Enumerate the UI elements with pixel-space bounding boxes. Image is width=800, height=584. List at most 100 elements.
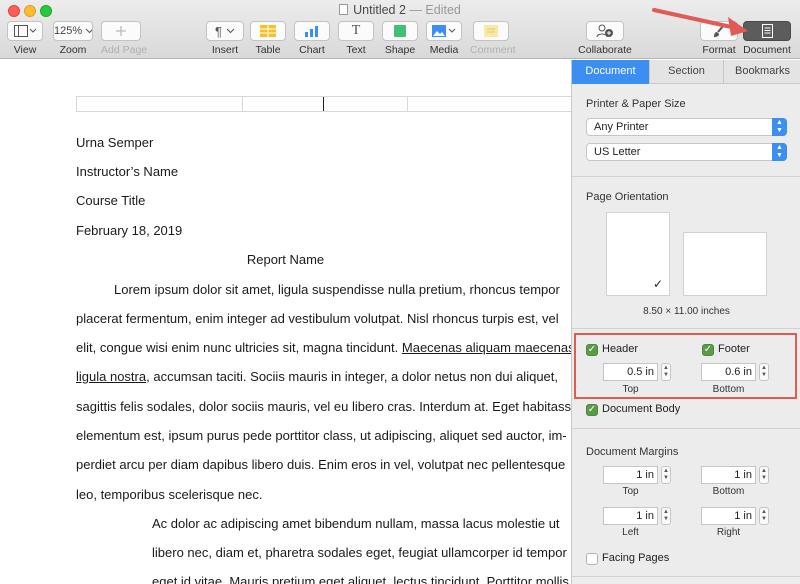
collaborate-icon: [596, 24, 613, 38]
tab-section[interactable]: Section: [649, 60, 723, 84]
chevron-down-icon: [85, 28, 92, 34]
body-line[interactable]: perdiet arcu per diam dapibus libero dui…: [76, 457, 565, 472]
document-label: Document: [743, 44, 791, 56]
chart-tool[interactable]: Chart: [294, 21, 330, 56]
document-file-icon: [339, 4, 349, 15]
underlined-text: Maecenas aliquam maecenas: [401, 340, 571, 355]
quote-line[interactable]: Ac dolor ac adipiscing amet bibendum nul…: [152, 516, 560, 531]
document-inspector: Document Section Bookmarks Printer & Pap…: [571, 60, 800, 584]
collaborate-button[interactable]: [586, 21, 624, 41]
header-field-row[interactable]: [76, 96, 571, 112]
document-icon: [761, 24, 773, 38]
body-line[interactable]: ligula nostra, accumsan taciti. Sociis m…: [76, 369, 558, 384]
text-button[interactable]: T: [338, 21, 374, 41]
comment-tool[interactable]: Comment: [470, 21, 516, 56]
paper-size-select[interactable]: US Letter ▲ ▼: [586, 143, 787, 161]
window-status: Edited: [425, 3, 461, 17]
table-label: Table: [255, 44, 281, 56]
document-canvas[interactable]: Urna Semper Instructor’s Name Course Tit…: [0, 60, 571, 584]
report-title[interactable]: Report Name: [0, 252, 571, 267]
tab-bookmarks[interactable]: Bookmarks: [723, 60, 800, 84]
collaborate-tool[interactable]: Collaborate: [578, 21, 632, 56]
instructor-name[interactable]: Instructor’s Name: [76, 164, 178, 179]
annotation-highlight-box: [574, 333, 797, 399]
add-page-tool[interactable]: Add Page: [101, 21, 148, 56]
text-label: Text: [346, 44, 366, 56]
format-label: Format: [702, 44, 736, 56]
shape-tool[interactable]: Shape: [382, 21, 418, 56]
comment-button[interactable]: [473, 21, 509, 41]
chart-button[interactable]: [294, 21, 330, 41]
top-margin-input[interactable]: 1 in: [603, 466, 658, 484]
body-text: , accumsan taciti. Sociis mauris in inte…: [146, 369, 558, 384]
quote-line[interactable]: eget id vitae. Mauris pretium eget aliqu…: [152, 574, 569, 584]
document-body-checkbox[interactable]: ✓: [586, 404, 598, 416]
zoom-tool[interactable]: 125% Zoom: [53, 21, 93, 56]
body-line[interactable]: leo, temporibus scelerisque nec.: [76, 487, 262, 502]
top-margin-caption: Top: [622, 486, 639, 497]
media-icon: [432, 25, 456, 37]
printer-select[interactable]: Any Printer ▲ ▼: [586, 118, 787, 136]
sidebar-icon: [14, 25, 36, 37]
window-title-text: Untitled 2: [353, 3, 406, 17]
page-orientation-title: Page Orientation: [586, 191, 669, 203]
bottom-margin-input[interactable]: 1 in: [701, 466, 756, 484]
annotation-arrow-icon: [652, 8, 748, 36]
chart-label: Chart: [299, 44, 325, 56]
top-margin-stepper[interactable]: ▲ ▼: [661, 466, 671, 484]
comment-label: Comment: [470, 44, 516, 56]
document-date[interactable]: February 18, 2019: [76, 223, 182, 238]
right-margin-caption: Right: [716, 527, 741, 538]
body-line[interactable]: Lorem ipsum dolor sit amet, ligula suspe…: [114, 282, 560, 297]
bottom-margin-caption: Bottom: [712, 486, 745, 497]
media-label: Media: [429, 44, 459, 56]
page-size-label: 8.50 × 11.00 inches: [643, 306, 730, 317]
insert-tool[interactable]: ¶ Insert: [206, 21, 244, 56]
body-line[interactable]: elementum est, ipsum purus pede porttito…: [76, 428, 567, 443]
insert-label: Insert: [211, 44, 239, 56]
printer-value: Any Printer: [594, 121, 649, 133]
underlined-text: ligula nostra: [76, 369, 147, 384]
left-margin-input[interactable]: 1 in: [603, 507, 658, 525]
paper-size-value: US Letter: [594, 146, 641, 158]
bottom-margin-stepper[interactable]: ▲ ▼: [759, 466, 769, 484]
text-tool[interactable]: T Text: [338, 21, 374, 56]
body-text: elit, congue wisi enim nunc ultricies si…: [76, 340, 402, 355]
shape-button[interactable]: [382, 21, 418, 41]
text-icon: T: [351, 23, 361, 38]
right-margin-input[interactable]: 1 in: [701, 507, 756, 525]
body-line[interactable]: elit, congue wisi enim nunc ultricies si…: [76, 340, 571, 355]
insert-button[interactable]: ¶: [206, 21, 244, 41]
right-margin-stepper[interactable]: ▲ ▼: [759, 507, 769, 525]
checkmark-icon: ✓: [653, 277, 664, 291]
zoom-label: Zoom: [59, 44, 87, 56]
table-tool[interactable]: Table: [250, 21, 286, 56]
plus-icon: [116, 26, 126, 36]
document-margins-title: Document Margins: [586, 446, 679, 458]
comment-icon: [484, 25, 498, 37]
table-button[interactable]: [250, 21, 286, 41]
left-margin-caption: Left: [622, 527, 639, 538]
shape-icon: [394, 25, 406, 37]
inspector-tabs: Document Section Bookmarks: [572, 60, 800, 84]
facing-pages-checkbox[interactable]: [586, 553, 598, 565]
course-title[interactable]: Course Title: [76, 193, 145, 208]
shape-label: Shape: [384, 44, 416, 56]
add-page-label: Add Page: [101, 44, 148, 56]
landscape-orientation-option[interactable]: [683, 232, 767, 296]
author-name[interactable]: Urna Semper: [76, 135, 153, 150]
portrait-orientation-option[interactable]: ✓: [606, 212, 670, 296]
tab-document[interactable]: Document: [572, 60, 649, 84]
zoom-value: 125%: [54, 25, 83, 37]
body-line[interactable]: placerat fermentum, enim integer ad vest…: [76, 311, 559, 326]
chevron-down-icon: [226, 28, 235, 34]
add-page-button[interactable]: [101, 21, 141, 41]
view-tool[interactable]: View: [7, 21, 43, 56]
view-button[interactable]: [7, 21, 43, 41]
left-margin-stepper[interactable]: ▲ ▼: [661, 507, 671, 525]
zoom-select[interactable]: 125%: [53, 21, 93, 41]
quote-line[interactable]: libero nec, diam et, pharetra sodales eg…: [152, 545, 567, 560]
media-tool[interactable]: Media: [426, 21, 462, 56]
body-line[interactable]: sagittis felis sodales, dolor sociis mau…: [76, 399, 571, 414]
media-button[interactable]: [426, 21, 462, 41]
